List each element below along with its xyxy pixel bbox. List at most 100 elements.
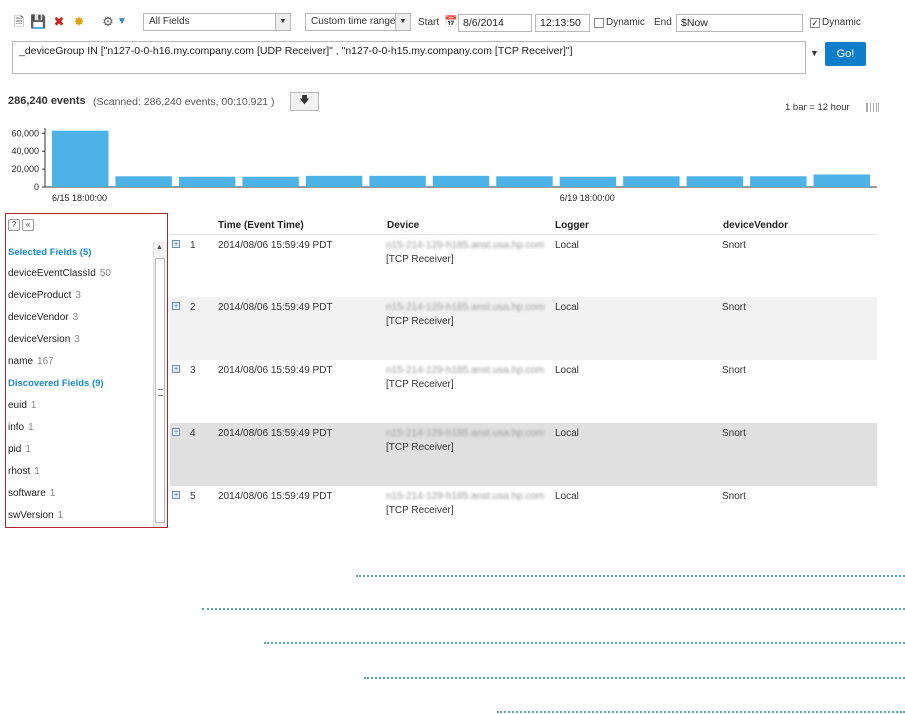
start-dynamic-label: Dynamic: [606, 17, 645, 28]
column-header-logger[interactable]: Logger: [555, 220, 589, 231]
row-number: 1: [190, 240, 196, 251]
go-button[interactable]: Go!: [825, 42, 866, 66]
table-row[interactable]: +5 2014/08/06 15:59:49 PDT n15-214-129-h18…: [170, 486, 877, 528]
time-range-select[interactable]: Custom time range ▼: [305, 13, 411, 31]
histogram-bar[interactable]: [115, 176, 172, 187]
row-number: 3: [190, 365, 196, 376]
table-row[interactable]: +1 2014/08/06 15:59:49 PDT n15-214-129-h18…: [170, 235, 877, 297]
event-time: 2014/08/06 15:59:49 PDT: [218, 491, 333, 502]
field-item[interactable]: name 167: [8, 356, 54, 367]
histogram-bar[interactable]: [52, 130, 109, 187]
new-file-icon[interactable]: 🗎: [11, 14, 27, 30]
histogram-bar[interactable]: [686, 176, 744, 187]
expand-row-icon[interactable]: +: [172, 428, 180, 436]
field-count: 3: [72, 312, 79, 323]
calendar-icon[interactable]: 📅: [443, 14, 459, 30]
download-button[interactable]: 🡇: [290, 92, 319, 111]
help-icon[interactable]: ?: [8, 219, 20, 231]
field-item[interactable]: deviceVendor 3: [8, 312, 78, 323]
field-item[interactable]: deviceVersion 3: [8, 334, 80, 345]
histogram-bar[interactable]: [496, 176, 553, 187]
histogram-bar[interactable]: [623, 176, 680, 187]
field-item[interactable]: software 1: [8, 488, 55, 499]
histogram-bar[interactable]: [813, 174, 870, 187]
y-tick-label: 20,000: [11, 164, 39, 174]
column-header-device-vendor[interactable]: deviceVendor: [723, 220, 788, 231]
dotted-line: [356, 575, 905, 577]
device-name: n15-214-129-h185.anst.usa.hp.com: [386, 240, 545, 251]
expand-row-icon[interactable]: +: [172, 240, 180, 248]
field-count: 167: [37, 356, 54, 367]
histogram-bar[interactable]: [750, 176, 807, 187]
start-date-input[interactable]: 8/6/2014: [458, 14, 532, 32]
field-name: software: [8, 488, 46, 499]
device-vendor: Snort: [722, 491, 746, 502]
dropdown-arrow-icon[interactable]: ▼: [275, 14, 290, 30]
start-dynamic-checkbox[interactable]: [594, 18, 604, 28]
histogram-bar[interactable]: [559, 176, 617, 187]
panel-scrollbar[interactable]: ▲: [153, 242, 167, 527]
scroll-up-arrow-icon[interactable]: ▲: [156, 244, 163, 251]
histogram-bar[interactable]: [369, 175, 426, 187]
field-count: 50: [99, 268, 111, 279]
expand-row-icon[interactable]: +: [172, 302, 180, 310]
expand-row-icon[interactable]: +: [172, 365, 180, 373]
device-name: n15-214-129-h185.anst.usa.hp.com: [386, 365, 545, 376]
field-item[interactable]: info 1: [8, 422, 34, 433]
table-row[interactable]: +3 2014/08/06 15:59:49 PDT n15-214-129-h18…: [170, 360, 877, 423]
field-name: swVersion: [8, 510, 54, 521]
field-name: euid: [8, 400, 27, 411]
device-name: n15-214-129-h185.anst.usa.hp.com: [386, 491, 545, 502]
y-tick-label: 60,000: [11, 128, 39, 138]
field-item[interactable]: swVersion 1: [8, 510, 63, 521]
field-count: 1: [25, 444, 31, 455]
device-receiver: [TCP Receiver]: [386, 379, 454, 390]
expand-row-icon[interactable]: +: [172, 491, 180, 499]
device-vendor: Snort: [722, 240, 746, 251]
field-item[interactable]: euid 1: [8, 400, 36, 411]
histogram-bar[interactable]: [305, 175, 363, 187]
chart-resize-handle[interactable]: [866, 103, 879, 112]
field-item[interactable]: rhost 1: [8, 466, 40, 477]
field-name: deviceVendor: [8, 312, 69, 323]
event-time: 2014/08/06 15:59:49 PDT: [218, 428, 333, 439]
end-dynamic-checkbox[interactable]: ✓: [810, 18, 820, 28]
column-header-time[interactable]: Time (Event Time): [218, 220, 304, 231]
field-count: 1: [34, 466, 40, 477]
table-row[interactable]: +2 2014/08/06 15:59:49 PDT n15-214-129-h18…: [170, 297, 877, 360]
dropdown-arrow-icon[interactable]: ▼: [395, 14, 410, 30]
field-set-select[interactable]: All Fields ▼: [143, 13, 291, 31]
table-row[interactable]: +4 2014/08/06 15:59:49 PDT n15-214-129-h18…: [170, 423, 877, 486]
histogram-bar[interactable]: [432, 175, 490, 187]
histogram-bar[interactable]: [178, 176, 236, 187]
field-item[interactable]: deviceEventClassId 50: [8, 268, 111, 279]
fields-panel: ? « Selected Fields (5) deviceEventClass…: [5, 213, 168, 528]
field-name: deviceEventClassId: [8, 268, 96, 279]
logger: Local: [555, 491, 579, 502]
field-item[interactable]: pid 1: [8, 444, 31, 455]
collapse-panel-icon[interactable]: «: [22, 219, 34, 231]
save-icon[interactable]: 💾: [30, 14, 46, 30]
chevron-down-icon[interactable]: ▼: [114, 14, 130, 30]
row-number: 2: [190, 302, 196, 313]
field-item[interactable]: deviceProduct 3: [8, 290, 81, 301]
magic-wand-icon[interactable]: ✸: [71, 14, 87, 30]
field-count: 1: [57, 510, 64, 521]
field-set-value: All Fields: [149, 16, 190, 27]
selected-fields-heading[interactable]: Selected Fields (5): [8, 247, 91, 258]
histogram-bar[interactable]: [242, 176, 299, 187]
column-header-device[interactable]: Device: [387, 220, 419, 231]
device-receiver: [TCP Receiver]: [386, 316, 454, 327]
end-input[interactable]: $Now: [676, 14, 803, 32]
delete-icon[interactable]: ✖: [51, 14, 67, 30]
query-history-chevron-icon[interactable]: ▼: [810, 48, 819, 58]
discovered-fields-heading[interactable]: Discovered Fields (9): [8, 378, 104, 389]
field-name: rhost: [8, 466, 31, 477]
start-time-input[interactable]: 12:13:50: [535, 14, 590, 32]
device-receiver: [TCP Receiver]: [386, 254, 454, 265]
event-time: 2014/08/06 15:59:49 PDT: [218, 365, 333, 376]
query-input[interactable]: _deviceGroup IN ["n127-0-0-h16.my.compan…: [12, 41, 806, 74]
field-count: 1: [49, 488, 56, 499]
y-tick-label: 0: [34, 182, 39, 192]
scrollbar-thumb[interactable]: [155, 258, 165, 523]
